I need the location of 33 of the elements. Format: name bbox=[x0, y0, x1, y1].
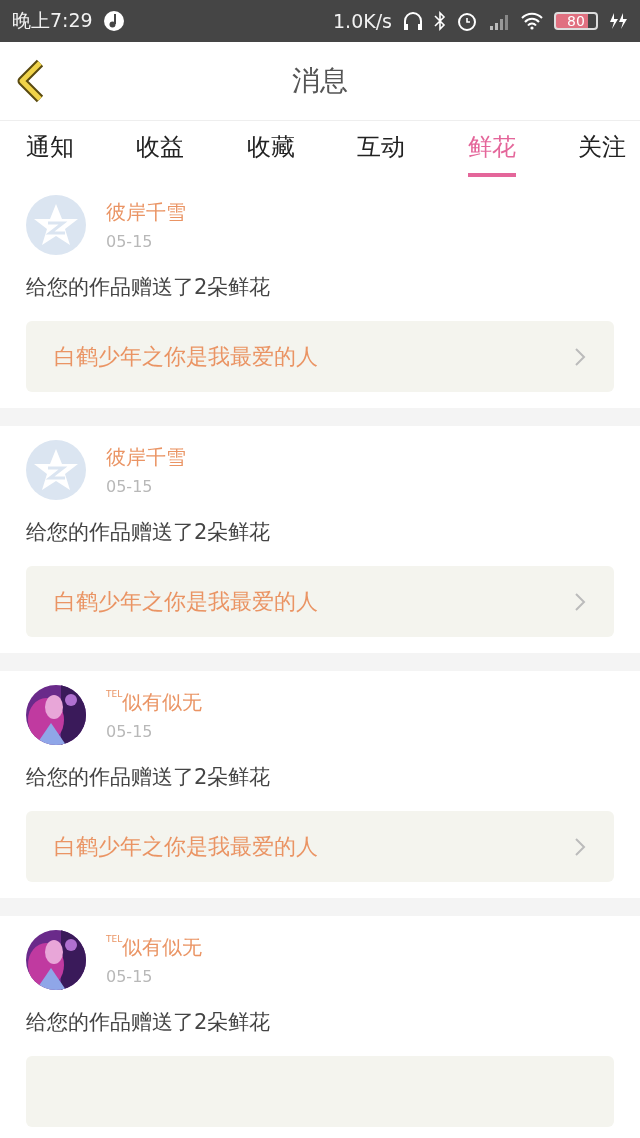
message-date: 05-15 bbox=[106, 477, 154, 496]
status-time: 晚上7:29 bbox=[12, 8, 93, 33]
avatar-icon bbox=[26, 440, 86, 500]
page-title: 消息 bbox=[292, 63, 348, 99]
bluetooth-icon bbox=[434, 10, 446, 32]
tab[interactable]: 互动 bbox=[357, 125, 406, 177]
signal-icon bbox=[488, 12, 510, 30]
message-date: 05-15 bbox=[106, 722, 154, 741]
chevron-icon bbox=[574, 346, 586, 367]
tab[interactable]: 收藏 bbox=[246, 125, 295, 177]
sender-name: $^{TEL}$似有似无 bbox=[106, 934, 203, 961]
alarm-icon bbox=[456, 10, 478, 32]
wifi-icon bbox=[520, 12, 544, 30]
chevron-icon bbox=[574, 836, 586, 857]
sender-name: 彼岸千雪 bbox=[106, 444, 186, 471]
battery-level: 80 bbox=[567, 13, 585, 29]
music-icon bbox=[102, 10, 125, 32]
avatar-icon bbox=[26, 195, 86, 255]
message-text: 给您的作品赠送了2朵鲜花 bbox=[26, 764, 272, 791]
headphones-icon bbox=[402, 10, 424, 32]
sender-name: $^{TEL}$似有似无 bbox=[106, 689, 203, 716]
tab[interactable]: 通知 bbox=[26, 125, 74, 177]
message-text: 给您的作品赠送了2朵鲜花 bbox=[26, 519, 272, 546]
message-date: 05-15 bbox=[106, 232, 154, 251]
message-text: 给您的作品赠送了2朵鲜花 bbox=[26, 1009, 272, 1036]
charging-icon bbox=[608, 12, 628, 30]
message-date: 05-15 bbox=[106, 967, 154, 986]
chevron-icon bbox=[574, 591, 586, 612]
tab[interactable]: 关注 bbox=[577, 125, 626, 177]
network-speed: 1.0K/s bbox=[333, 10, 392, 32]
tab[interactable]: 收益 bbox=[136, 125, 185, 177]
sender-name: 彼岸千雪 bbox=[106, 199, 186, 226]
message-text: 给您的作品赠送了2朵鲜花 bbox=[26, 274, 272, 301]
